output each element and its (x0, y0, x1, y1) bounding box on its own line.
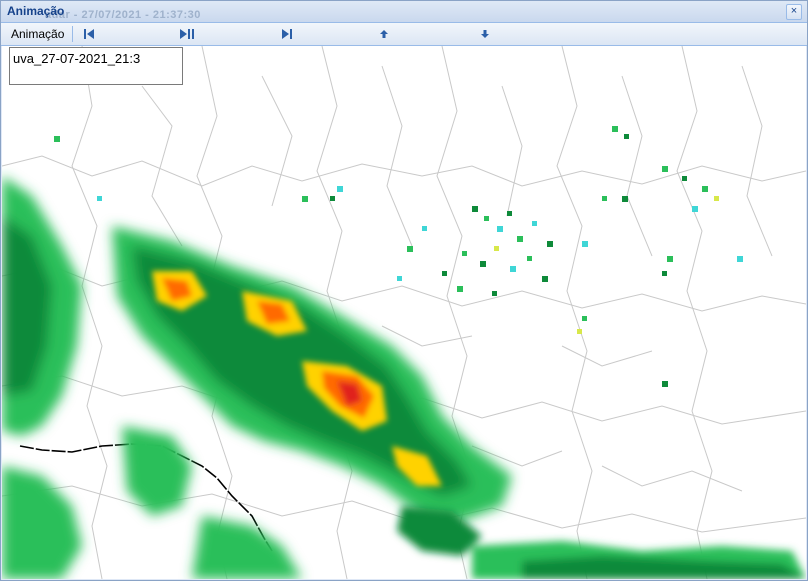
close-button[interactable]: × (786, 4, 802, 20)
file-name-field[interactable]: uva_27-07-2021_21:3 (9, 47, 183, 85)
play-pause-icon (180, 29, 194, 39)
animation-window: adar - 27/07/2021 - 21:37:30 Animação × … (0, 0, 808, 581)
toolbar-label: Animação (11, 27, 65, 41)
toolbar-separator (72, 26, 73, 42)
radar-map-canvas (2, 46, 806, 579)
animation-toolbar: Animação (1, 23, 807, 46)
title-bar[interactable]: adar - 27/07/2021 - 21:37:30 Animação × (1, 1, 807, 23)
arrow-down-icon (481, 30, 489, 38)
skip-back-icon (84, 29, 94, 39)
radar-map[interactable]: uva_27-07-2021_21:3 (2, 46, 806, 579)
arrow-up-icon (380, 30, 388, 38)
step-forward-icon (282, 29, 292, 39)
radar-echo-southeast (397, 506, 806, 579)
close-icon: × (790, 5, 798, 17)
background-window-title: adar - 27/07/2021 - 21:37:30 (45, 9, 201, 21)
next-frame-button[interactable] (277, 25, 297, 43)
window-title: Animação (7, 4, 65, 18)
first-frame-button[interactable] (79, 25, 99, 43)
play-pause-button[interactable] (177, 25, 197, 43)
speed-up-button[interactable] (374, 25, 394, 43)
speed-down-button[interactable] (475, 25, 495, 43)
